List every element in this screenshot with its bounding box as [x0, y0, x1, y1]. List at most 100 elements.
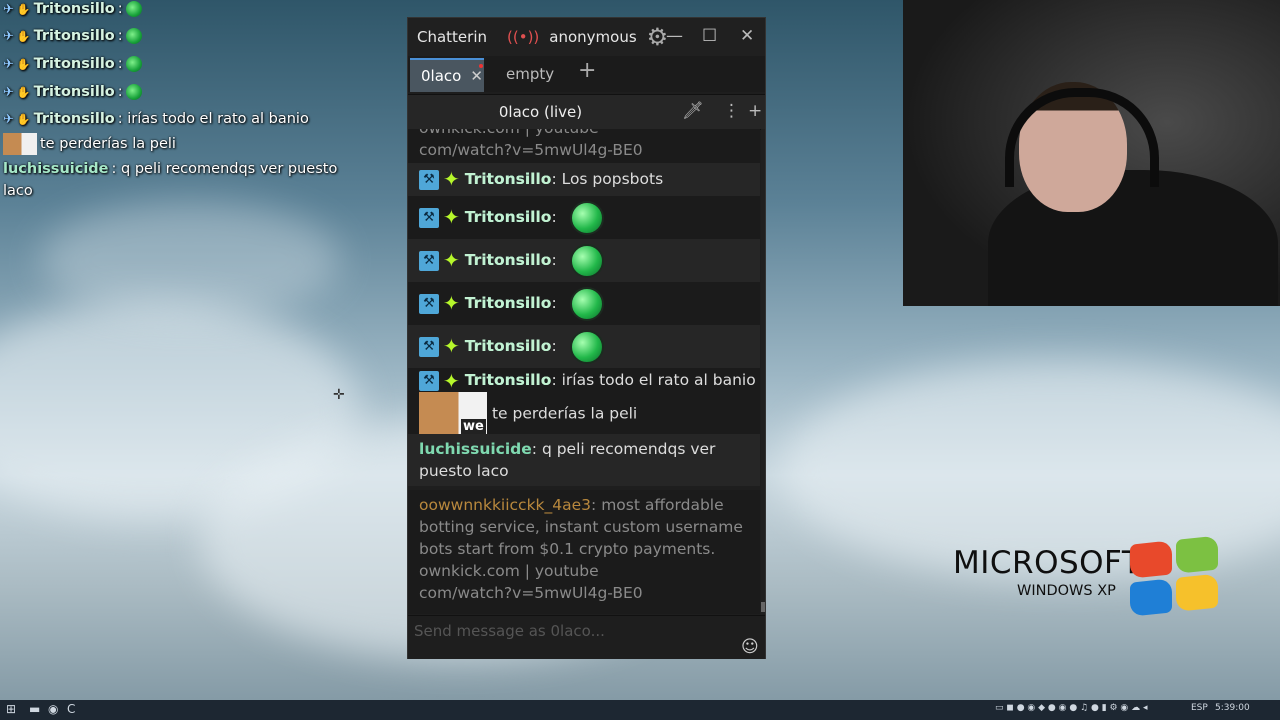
- app-title: Chatterin: [417, 28, 488, 46]
- earth-emote-icon: [125, 56, 142, 72]
- message-text: :: [551, 251, 557, 269]
- tab-empty[interactable]: empty: [506, 58, 554, 90]
- message-row: ⚒ ✦ Tritonsillo:: [408, 239, 760, 282]
- language-indicator[interactable]: ESP: [1191, 703, 1208, 713]
- message-text: : most affordable: [591, 496, 724, 514]
- scrollbar-thumb[interactable]: [761, 602, 765, 612]
- star-badge-icon: ✦: [443, 167, 460, 191]
- message-text: : irías todo el rato al banio: [551, 371, 756, 389]
- emoji-picker-icon[interactable]: ☺: [741, 637, 759, 657]
- tray-icons[interactable]: ▭ ◼ ● ◉ ◆ ● ◉ ● ♫ ● ▮ ⚙ ◉ ☁ ◂: [995, 703, 1148, 713]
- start-windows-icon[interactable]: ⊞: [6, 702, 16, 716]
- clock[interactable]: 5:39:00: [1215, 703, 1250, 713]
- earth-emote-icon: [125, 1, 142, 17]
- message-text: te perderías la peli: [491, 404, 638, 423]
- overlay-line: te perderías la peli: [3, 133, 176, 155]
- moderator-badge-icon: ⚒: [419, 336, 439, 357]
- add-tab-button[interactable]: +: [578, 58, 596, 83]
- windows-xp-wordmark: WINDOWS XP: [1017, 583, 1116, 599]
- username[interactable]: oowwnnkkiicckk_4ae3: [419, 496, 591, 514]
- username[interactable]: luchissuicide: [419, 440, 532, 458]
- message-text: ownkick.com | youtube: [419, 562, 599, 580]
- overlay-line: luchissuicide: q peli recomendqs ver pue…: [3, 161, 337, 177]
- overlay-message: te perderías la peli: [40, 136, 176, 152]
- message-text: :: [551, 208, 557, 226]
- overlay-line: laco: [3, 183, 33, 199]
- earth-emote-icon: [125, 84, 142, 100]
- windows-flag-icon: [1130, 535, 1220, 619]
- message-text: puesto laco: [419, 462, 509, 480]
- message-text: bots start from $0.1 crypto payments.: [419, 540, 716, 558]
- overlay-line: ✈ ✋ Tritonsillo:: [3, 1, 142, 17]
- star-badge-icon: ✦: [443, 248, 460, 272]
- username[interactable]: Tritonsillo: [465, 371, 552, 389]
- earth-emote-icon[interactable]: [569, 200, 604, 235]
- live-broadcast-icon[interactable]: ((•)): [507, 28, 539, 46]
- username[interactable]: Tritonsillo: [465, 208, 552, 226]
- steam-icon[interactable]: ◉: [48, 702, 58, 716]
- overlay-message: :: [117, 28, 123, 44]
- minimize-button[interactable]: —: [666, 26, 683, 46]
- tab-label: 0laco: [421, 67, 462, 85]
- message-row: oowwnnkkiicckk_4ae3: most affordable bot…: [408, 490, 760, 614]
- tab-label: empty: [506, 65, 555, 83]
- microsoft-wordmark: MICROSOFT: [953, 545, 1142, 581]
- moderator-badge-icon: ⚒: [419, 293, 439, 314]
- overlay-line: ✈ ✋ Tritonsillo:: [3, 56, 142, 72]
- moderation-sword-icon[interactable]: 🗡: [682, 101, 704, 121]
- star-badge-icon: ✦: [443, 368, 460, 393]
- cat-emote[interactable]: we: [419, 392, 487, 436]
- overlay-line: ✈ ✋ Tritonsillo: irías todo el rato al ba…: [3, 111, 309, 127]
- sword-icon: ✈: [3, 84, 14, 100]
- earth-emote-icon[interactable]: [569, 286, 604, 321]
- close-tab-icon[interactable]: ✕: [470, 67, 483, 85]
- maximize-button[interactable]: ☐: [702, 26, 717, 46]
- message-row: ⚒ ✦ Tritonsillo:: [408, 325, 760, 368]
- file-explorer-icon[interactable]: ▬: [29, 702, 40, 716]
- moderator-badge-icon: ⚒: [419, 250, 439, 271]
- earth-emote-icon[interactable]: [569, 329, 604, 364]
- cat-emote: [3, 133, 37, 155]
- moderator-badge-icon: ⚒: [419, 207, 439, 228]
- overlay-username: Tritonsillo: [33, 111, 115, 127]
- hand-icon: ✋: [16, 2, 31, 16]
- scrollbar[interactable]: [761, 129, 765, 614]
- username[interactable]: Tritonsillo: [465, 337, 552, 355]
- overlay-message: :: [117, 56, 123, 72]
- message-text: :: [551, 294, 557, 312]
- username[interactable]: Tritonsillo: [465, 294, 552, 312]
- username[interactable]: Tritonsillo: [465, 170, 552, 188]
- overlay-message: :: [117, 1, 123, 17]
- chatterino-taskbar-icon[interactable]: C: [67, 702, 75, 716]
- message-list[interactable]: ownkick.com | youtube com/watch?v=5mwUl4…: [408, 129, 765, 614]
- message-text: ownkick.com | youtube: [419, 129, 760, 139]
- sword-icon: ✈: [3, 56, 14, 72]
- overlay-username: Tritonsillo: [33, 1, 115, 17]
- message-text: : q peli recomendqs ver: [531, 440, 716, 458]
- sword-icon: ✈: [3, 1, 14, 17]
- add-split-icon[interactable]: +: [748, 101, 762, 121]
- settings-gear-icon[interactable]: ⚙: [647, 23, 669, 51]
- overlay-username: luchissuicide: [3, 161, 109, 177]
- channel-title[interactable]: 0laco (live): [408, 103, 673, 121]
- more-options-icon[interactable]: ⋮: [723, 101, 740, 121]
- hand-icon: ✋: [16, 85, 31, 99]
- message-text: com/watch?v=5mwUl4g-BE0: [419, 141, 643, 159]
- message-row: luchissuicide: q peli recomendqs ver pue…: [408, 434, 760, 486]
- tab-0laco[interactable]: 0laco ✕: [410, 58, 484, 92]
- overlay-message: : irías todo el rato al banio: [117, 111, 309, 127]
- cat-emote-label: we: [461, 419, 486, 434]
- close-button[interactable]: ✕: [740, 26, 754, 46]
- message-input[interactable]: [412, 619, 736, 643]
- username[interactable]: Tritonsillo: [465, 251, 552, 269]
- account-switcher[interactable]: anonymous: [549, 28, 636, 46]
- headset-icon: [1005, 88, 1159, 187]
- message-row: ⚒ ✦ Tritonsillo: irías todo el rato al ba…: [408, 368, 760, 436]
- earth-emote-icon: [125, 28, 142, 44]
- message-row: ⚒ ✦ Tritonsillo:: [408, 282, 760, 325]
- title-bar[interactable]: Chatterin ((•)) anonymous ⚙ — ☐ ✕: [408, 18, 765, 56]
- windows-xp-logo: MICROSOFT WINDOWS XP: [953, 545, 1142, 599]
- earth-emote-icon[interactable]: [569, 243, 604, 278]
- moderator-badge-icon: ⚒: [419, 370, 439, 391]
- message-text: botting service, instant custom username: [419, 518, 743, 536]
